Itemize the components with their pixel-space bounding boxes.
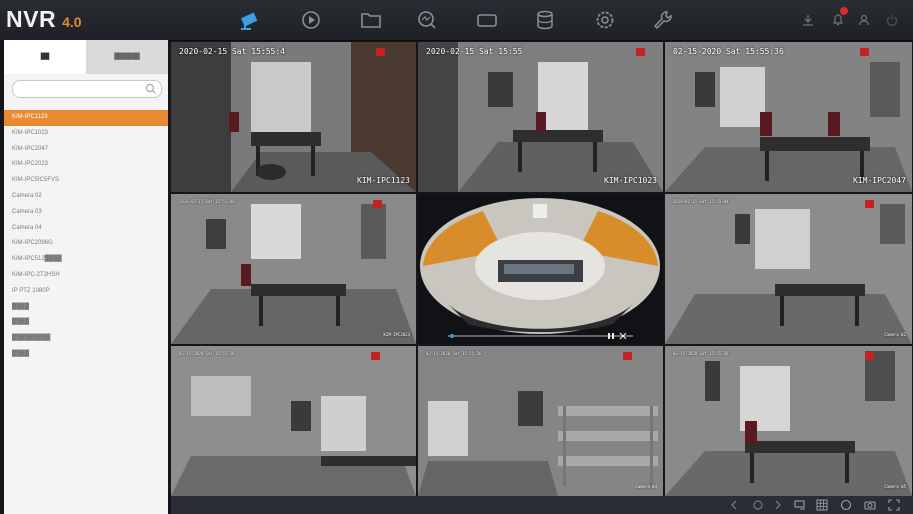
camera-list-item[interactable]: IP PTZ 1080P <box>4 284 168 300</box>
recording-icon <box>865 200 874 208</box>
file-icon[interactable] <box>358 8 384 32</box>
camera-feed <box>418 346 663 496</box>
camera-tile[interactable]: 2020-02-15 Sat 15:55:04 Camera 02 <box>665 194 912 344</box>
timestamp-overlay: 02-15-2020 Sat 15:55:36 <box>673 351 729 356</box>
camera-list-item[interactable]: KIM-IPC1023 <box>4 126 168 142</box>
camera-list-item[interactable]: KIM-IPC2023 <box>4 157 168 173</box>
recording-icon <box>636 48 645 56</box>
camera-list-item[interactable]: ████ <box>4 347 168 363</box>
playback-icon[interactable] <box>298 8 324 32</box>
top-bar: NVR 4.0 <box>0 0 913 41</box>
download-icon[interactable] <box>800 12 816 28</box>
timestamp-overlay: 02-15-2020 Sat 15:55:36 <box>673 47 784 56</box>
sequence-icon[interactable] <box>751 498 765 512</box>
bottom-toolbar <box>171 496 913 514</box>
next-page-icon[interactable] <box>771 498 785 512</box>
camera-list: KIM-IPC1123 KIM-IPC1023 KIM-IPC2047 KIM-… <box>4 110 168 363</box>
camera-tile[interactable]: 2020-02-15 Sat 15:55 KIM-IPC1023 <box>418 42 663 192</box>
camera-name-overlay: Camera 05 <box>884 484 906 489</box>
camera-list-item[interactable]: Camera 04 <box>4 221 168 237</box>
camera-tile[interactable]: 2020-02-15 Sat 15:55:4 KIM-IPC1123 <box>171 42 416 192</box>
timestamp-overlay: 2020-02-15 Sat 15:55:04 <box>179 199 235 204</box>
device-sidebar: ██ ██████ KIM-IPC1123 KIM-IPC1023 KIM-IP… <box>4 40 168 514</box>
camera-list-item[interactable]: KIM-IPC2096G <box>4 236 168 252</box>
live-view-icon[interactable] <box>238 8 264 32</box>
timestamp-overlay: 2020-02-15 Sat 15:55:04 <box>673 199 729 204</box>
fisheye-feed <box>418 194 663 344</box>
expand-icon[interactable] <box>887 498 901 512</box>
camera-list-item[interactable]: ████ <box>4 315 168 331</box>
camera-list-item[interactable]: █████████ <box>4 331 168 347</box>
camera-grid: 2020-02-15 Sat 15:55:4 KIM-IPC1123 2020-… <box>171 42 912 496</box>
timestamp-overlay: 02-15-2020 Sat 15:55:36 <box>426 351 482 356</box>
progress-bar[interactable] <box>448 331 633 341</box>
camera-name-overlay: Camera 02 <box>884 332 906 337</box>
layout-icon[interactable] <box>815 498 829 512</box>
camera-feed <box>171 42 416 192</box>
brand-logo: NVR 4.0 <box>6 6 82 34</box>
camera-feed <box>665 42 912 192</box>
tab-channels[interactable]: ██ <box>4 40 86 74</box>
camera-feed <box>665 346 912 496</box>
camera-tile[interactable] <box>418 194 663 344</box>
camera-name-overlay: KIM-IPC1023 <box>604 176 657 185</box>
camera-tile[interactable]: 02-15-2020 Sat 15:55:36 KIM-IPC2047 <box>665 42 912 192</box>
brand-version: 4.0 <box>62 14 82 30</box>
search-input[interactable] <box>12 80 162 98</box>
recording-icon <box>865 352 874 360</box>
camera-list-item[interactable]: Camera 02 <box>4 189 168 205</box>
snapshot-icon[interactable] <box>863 498 877 512</box>
recording-icon <box>623 352 632 360</box>
camera-feed <box>418 42 663 192</box>
alarm-badge <box>840 7 848 15</box>
camera-name-overlay: KIM-IPC2047 <box>853 176 906 185</box>
camera-feed <box>665 194 912 344</box>
recording-icon <box>860 48 869 56</box>
smart-search-icon[interactable] <box>414 8 440 32</box>
timestamp-overlay: 2020-02-15 Sat 15:55 <box>426 47 523 56</box>
camera-list-item[interactable]: Camera 03 <box>4 205 168 221</box>
timestamp-overlay: 02-15-2020 Sat 15:55:36 <box>179 351 235 356</box>
fullscreen-icon[interactable] <box>839 498 853 512</box>
camera-name-overlay: KIM-IPC2023 <box>383 332 411 337</box>
search-icon[interactable] <box>145 83 157 95</box>
timestamp-overlay: 2020-02-15 Sat 15:55:4 <box>179 47 285 56</box>
camera-feed <box>171 346 416 496</box>
recording-icon <box>376 48 385 56</box>
camera-tile[interactable]: 02-15-2020 Sat 15:55:36 Camera 04 <box>418 346 663 496</box>
settings-icon[interactable] <box>592 8 618 32</box>
camera-list-item[interactable]: KIM-IPC512████ <box>4 252 168 268</box>
power-icon[interactable] <box>884 12 900 28</box>
camera-tile[interactable]: 2020-02-15 Sat 15:55:04 KIM-IPC2023 <box>171 194 416 344</box>
playback-controls <box>448 328 633 341</box>
camera-feed <box>171 194 416 344</box>
prev-page-icon[interactable] <box>727 498 741 512</box>
camera-name-overlay: Camera 04 <box>635 484 657 489</box>
recording-icon <box>371 352 380 360</box>
camera-tile[interactable]: 02-15-2020 Sat 15:55:36 <box>171 346 416 496</box>
maintenance-icon[interactable] <box>650 8 676 32</box>
camera-list-item[interactable]: KIM-IPC-2T2HSH <box>4 268 168 284</box>
brand-name: NVR <box>6 6 57 32</box>
tab-views[interactable]: ██████ <box>86 40 168 74</box>
camera-list-item[interactable]: KIM-IPC1123 <box>4 110 168 126</box>
camera-tile[interactable]: 02-15-2020 Sat 15:55:36 Camera 05 <box>665 346 912 496</box>
recording-icon <box>373 200 382 208</box>
user-icon[interactable] <box>856 12 872 28</box>
camera-list-item[interactable]: KIM-IPC2047 <box>4 142 168 158</box>
storage-icon[interactable] <box>532 8 558 32</box>
camera-name-overlay: KIM-IPC1123 <box>357 176 410 185</box>
camera-list-item[interactable]: KIM-IPC5IC5FVS <box>4 173 168 189</box>
display-icon[interactable] <box>474 8 500 32</box>
camera-list-item[interactable]: ████ <box>4 300 168 316</box>
sidebar-tabs: ██ ██████ <box>4 40 168 74</box>
output-icon[interactable] <box>793 498 807 512</box>
